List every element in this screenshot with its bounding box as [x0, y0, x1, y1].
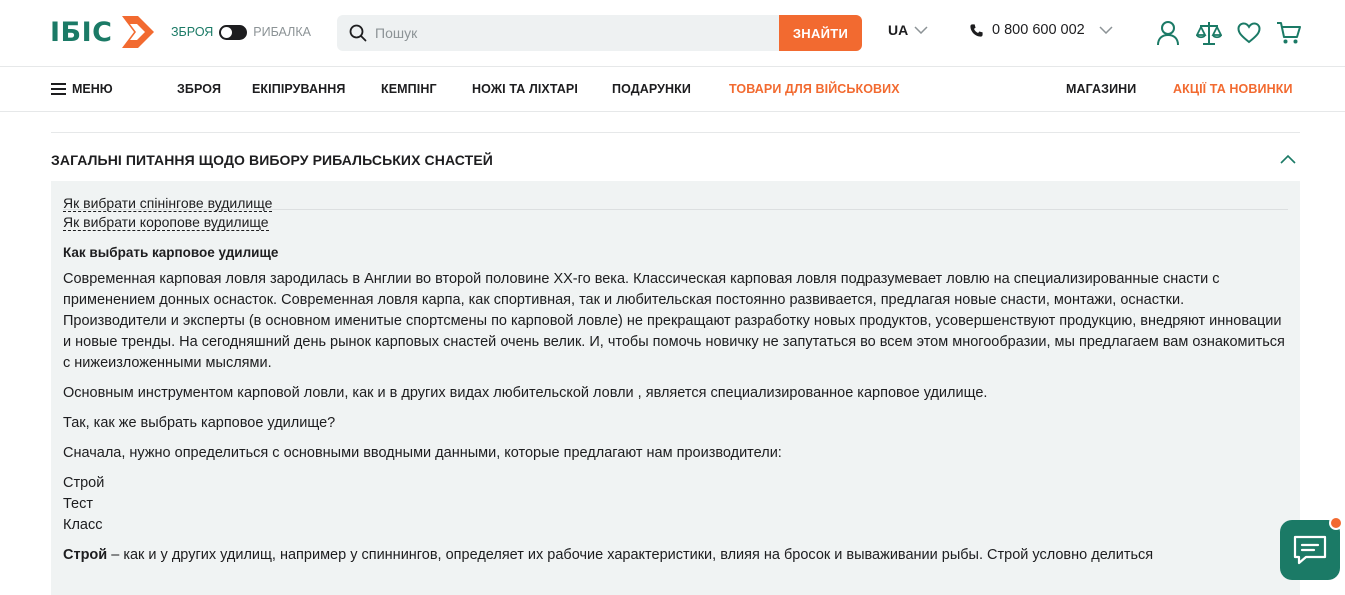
nav-item-equipment[interactable]: ЕКІПІРУВАННЯ: [252, 82, 346, 96]
language-selector[interactable]: UA: [888, 22, 928, 38]
chevron-up-icon[interactable]: [1280, 154, 1296, 164]
phone-number: 0 800 600 002: [992, 22, 1085, 38]
nav-item-camping[interactable]: КЕМПІНГ: [381, 82, 437, 96]
list-item: Класс: [63, 517, 103, 533]
accordion-title[interactable]: ЗАГАЛЬНІ ПИТАННЯ ЩОДО ВИБОРУ РИБАЛЬСЬКИХ…: [51, 152, 493, 168]
article-paragraph: Современная карповая ловля зародилась в …: [63, 271, 1285, 371]
menu-label: МЕНЮ: [72, 82, 113, 96]
scales-icon: [1196, 22, 1222, 45]
menu-button[interactable]: МЕНЮ: [51, 82, 113, 96]
divider: [51, 132, 1300, 133]
logo-arrow-icon: [122, 16, 154, 48]
logo[interactable]: ІБІС: [50, 14, 156, 50]
accordion-panel: Як вибрати спінінгове вудилище Як вибрат…: [51, 181, 1300, 595]
cart-button[interactable]: [1276, 20, 1302, 46]
language-value: UA: [888, 22, 909, 38]
nav-item-gifts[interactable]: ПОДАРУНКИ: [612, 82, 691, 96]
accordion-content: Як вибрати спінінгове вудилище Як вибрат…: [63, 181, 1288, 566]
nav-item-promotions[interactable]: АКЦІЇ ТА НОВИНКИ: [1173, 82, 1293, 96]
catalog-toggle[interactable]: [219, 24, 248, 40]
phone-icon: [970, 23, 983, 37]
chevron-down-icon: [1099, 26, 1113, 34]
heart-icon: [1237, 22, 1261, 44]
chevron-down-icon: [914, 26, 928, 34]
site-header: ІБІС ЗБРОЯ РИБАЛКА ЗНАЙТИ UA 0 800 600 0…: [0, 0, 1345, 67]
list-item: Тест: [63, 496, 93, 512]
article-paragraph: Сначала, нужно определиться с основными …: [63, 445, 782, 461]
switch-label-weapons[interactable]: ЗБРОЯ: [171, 25, 213, 39]
search-button[interactable]: ЗНАЙТИ: [779, 15, 862, 51]
catalog-switch: ЗБРОЯ РИБАЛКА: [171, 22, 311, 42]
chat-icon: [1293, 535, 1327, 565]
term-description: – как и у других удилищ, например у спин…: [107, 547, 1154, 563]
article-heading: Как выбрать карповое удилище: [63, 245, 279, 260]
notification-dot: [1329, 516, 1343, 530]
account-button[interactable]: [1155, 20, 1181, 46]
user-icon: [1157, 21, 1179, 46]
nav-item-military[interactable]: ТОВАРИ ДЛЯ ВІЙСЬКОВИХ: [729, 82, 900, 96]
toggle-knob: [221, 26, 233, 38]
search-input[interactable]: [375, 15, 775, 51]
hamburger-icon: [51, 83, 66, 95]
phone-selector[interactable]: 0 800 600 002: [969, 22, 1113, 38]
article-paragraph: Основным инструментом карповой ловли, ка…: [63, 385, 988, 401]
nav-item-knives-lights[interactable]: НОЖІ ТА ЛІХТАРІ: [472, 82, 578, 96]
article-paragraph: Строй – как и у других удилищ, например …: [63, 545, 1288, 566]
article-list: Строй Тест Класс: [63, 473, 1288, 536]
cart-icon: [1277, 22, 1301, 44]
chat-button[interactable]: [1280, 520, 1340, 580]
article-paragraph: Так, как же выбрать карповое удилище?: [63, 415, 336, 431]
logo-text: ІБІС: [50, 16, 113, 48]
link-carp-rod[interactable]: Як вибрати коропове вудилище: [63, 214, 269, 231]
list-item: Строй: [63, 475, 105, 491]
switch-label-fishing[interactable]: РИБАЛКА: [253, 25, 311, 39]
nav-item-stores[interactable]: МАГАЗИНИ: [1066, 82, 1136, 96]
nav-item-weapons[interactable]: ЗБРОЯ: [177, 82, 221, 96]
main-nav: МЕНЮ ЗБРОЯ ЕКІПІРУВАННЯ КЕМПІНГ НОЖІ ТА …: [0, 68, 1345, 112]
search-icon: [349, 24, 367, 42]
wishlist-button[interactable]: [1236, 20, 1262, 46]
term-bold: Строй: [63, 547, 108, 563]
link-spinning-rod[interactable]: Як вибрати спінінгове вудилище: [63, 195, 273, 212]
compare-button[interactable]: [1196, 20, 1222, 46]
